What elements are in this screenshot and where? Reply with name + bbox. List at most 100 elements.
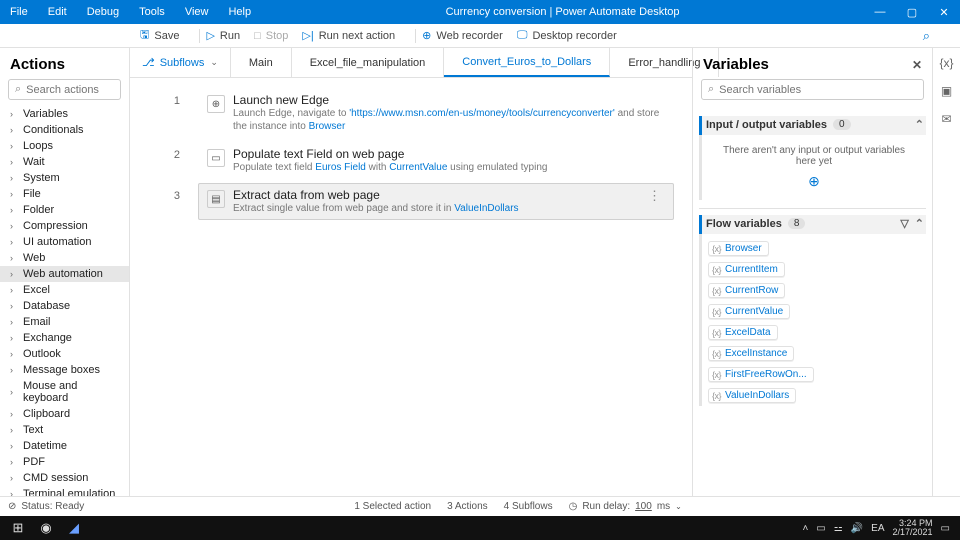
- workspace[interactable]: 1⊕Launch new EdgeLaunch Edge, navigate t…: [130, 78, 692, 496]
- action-menu-button[interactable]: ⋮: [644, 188, 665, 204]
- timer-icon: ◷: [569, 501, 578, 512]
- io-variables-header[interactable]: Input / output variables 0 ⌃: [699, 116, 926, 135]
- category-compression[interactable]: ›Compression: [0, 218, 129, 234]
- category-web[interactable]: ›Web: [0, 250, 129, 266]
- actions-count: 3 Actions: [447, 501, 488, 512]
- chevron-down-icon[interactable]: ⌄: [675, 502, 682, 511]
- category-file[interactable]: ›File: [0, 186, 129, 202]
- variable-chip[interactable]: {x}CurrentItem: [708, 262, 785, 277]
- variable-type-icon: {x}: [712, 370, 721, 380]
- start-button[interactable]: ⊞: [4, 520, 32, 536]
- variable-chip[interactable]: {x}CurrentValue: [708, 304, 790, 319]
- category-outlook[interactable]: ›Outlook: [0, 346, 129, 362]
- category-excel[interactable]: ›Excel: [0, 282, 129, 298]
- maximize-button[interactable]: ▢: [896, 6, 928, 19]
- chevron-up-icon[interactable]: ⌃: [915, 118, 924, 131]
- clock[interactable]: 3:24 PM 2/17/2021: [893, 519, 933, 537]
- action-center-icon[interactable]: ▭: [941, 523, 950, 534]
- menu-debug[interactable]: Debug: [77, 6, 129, 18]
- action-card[interactable]: ▭Populate text Field on web pagePopulate…: [198, 142, 674, 179]
- tab-excel_file_manipulation[interactable]: Excel_file_manipulation: [292, 48, 445, 77]
- category-system[interactable]: ›System: [0, 170, 129, 186]
- actions-panel-title: Actions: [0, 48, 129, 79]
- web-recorder-button[interactable]: ⊕Web recorder: [422, 29, 503, 42]
- save-button[interactable]: 🖫Save: [140, 26, 179, 45]
- variables-close-button[interactable]: ✕: [912, 58, 922, 72]
- taskbar-app-pad[interactable]: ◢: [60, 520, 88, 536]
- flow-variables-header[interactable]: Flow variables 8 ▽ ⌃: [699, 215, 926, 234]
- menu-tools[interactable]: Tools: [129, 6, 175, 18]
- filter-icon[interactable]: ▽: [900, 217, 908, 230]
- chevron-right-icon: ›: [10, 457, 20, 467]
- category-email[interactable]: ›Email: [0, 314, 129, 330]
- menu-view[interactable]: View: [175, 6, 219, 18]
- tray-chevron-icon[interactable]: ˄: [802, 523, 808, 534]
- search-button[interactable]: ⌕: [923, 28, 930, 44]
- taskbar-app-edge[interactable]: ◉: [32, 520, 60, 536]
- variable-chip[interactable]: {x}ValueInDollars: [708, 388, 796, 403]
- category-text[interactable]: ›Text: [0, 422, 129, 438]
- category-folder[interactable]: ›Folder: [0, 202, 129, 218]
- category-datetime[interactable]: ›Datetime: [0, 438, 129, 454]
- variables-tab-icon[interactable]: {x}: [939, 56, 953, 70]
- category-web-automation[interactable]: ›Web automation: [0, 266, 129, 282]
- run-button[interactable]: ▷Run: [206, 29, 240, 42]
- variables-search[interactable]: ⌕: [701, 79, 924, 100]
- tab-convert_euros_to_dollars[interactable]: Convert_Euros_to_Dollars: [444, 48, 610, 77]
- actions-categories: ›Variables›Conditionals›Loops›Wait›Syste…: [0, 106, 129, 496]
- run-delay-value[interactable]: 100: [635, 501, 652, 512]
- category-ui-automation[interactable]: ›UI automation: [0, 234, 129, 250]
- category-clipboard[interactable]: ›Clipboard: [0, 406, 129, 422]
- close-button[interactable]: ✕: [928, 6, 960, 19]
- stop-icon: □: [254, 30, 261, 42]
- status-text: Status: Ready: [21, 501, 84, 512]
- action-card[interactable]: ⊕Launch new EdgeLaunch Edge, navigate to…: [198, 88, 674, 138]
- actions-search-input[interactable]: [26, 84, 114, 96]
- chevron-right-icon: ›: [10, 125, 20, 135]
- category-conditionals[interactable]: ›Conditionals: [0, 122, 129, 138]
- images-tab-icon[interactable]: ✉: [941, 112, 951, 126]
- tab-main[interactable]: Main: [231, 48, 292, 77]
- variables-search-input[interactable]: [719, 84, 917, 96]
- action-card[interactable]: ▤Extract data from web pageExtract singl…: [198, 183, 674, 220]
- wifi-icon[interactable]: ⚍: [834, 523, 843, 534]
- variable-chip[interactable]: {x}CurrentRow: [708, 283, 785, 298]
- category-terminal-emulation[interactable]: ›Terminal emulation: [0, 486, 129, 496]
- category-variables[interactable]: ›Variables: [0, 106, 129, 122]
- variable-chip[interactable]: {x}Browser: [708, 241, 769, 256]
- chevron-right-icon: ›: [10, 333, 20, 343]
- variable-chip[interactable]: {x}FirstFreeRowOn...: [708, 367, 814, 382]
- minimize-button[interactable]: —: [864, 6, 896, 19]
- io-variables-count: 0: [833, 119, 851, 130]
- selected-count: 1 Selected action: [354, 501, 431, 512]
- category-mouse-and-keyboard[interactable]: ›Mouse and keyboard: [0, 378, 129, 406]
- battery-icon[interactable]: ▭: [816, 523, 825, 534]
- subflow-tabs: ⎇ Subflows ⌄ MainExcel_file_manipulation…: [130, 48, 692, 78]
- variable-type-icon: {x}: [712, 328, 721, 338]
- chevron-up-icon[interactable]: ⌃: [915, 217, 924, 230]
- category-cmd-session[interactable]: ›CMD session: [0, 470, 129, 486]
- variable-chip[interactable]: {x}ExcelInstance: [708, 346, 794, 361]
- run-next-button[interactable]: ▷|Run next action: [302, 29, 395, 42]
- menu-help[interactable]: Help: [218, 6, 261, 18]
- category-loops[interactable]: ›Loops: [0, 138, 129, 154]
- category-pdf[interactable]: ›PDF: [0, 454, 129, 470]
- actions-search[interactable]: ⌕: [8, 79, 121, 100]
- desktop-recorder-button[interactable]: 🖵Desktop recorder: [517, 29, 617, 42]
- volume-icon[interactable]: 🔊: [851, 523, 863, 534]
- category-exchange[interactable]: ›Exchange: [0, 330, 129, 346]
- subflows-button[interactable]: ⎇ Subflows ⌄: [130, 48, 231, 77]
- category-wait[interactable]: ›Wait: [0, 154, 129, 170]
- category-message-boxes[interactable]: ›Message boxes: [0, 362, 129, 378]
- action-row: 2▭Populate text Field on web pagePopulat…: [148, 142, 674, 179]
- menu-edit[interactable]: Edit: [38, 6, 77, 18]
- add-variable-button[interactable]: ⊕: [712, 173, 916, 190]
- category-database[interactable]: ›Database: [0, 298, 129, 314]
- flow-variables-list: {x}Browser {x}CurrentItem {x}CurrentRow {x}…: [699, 234, 926, 406]
- ui-elements-tab-icon[interactable]: ▣: [941, 84, 952, 98]
- menu-file[interactable]: File: [0, 6, 38, 18]
- stop-button[interactable]: □Stop: [254, 30, 288, 42]
- search-icon: ⌕: [708, 83, 714, 96]
- variable-chip[interactable]: {x}ExcelData: [708, 325, 778, 340]
- language-indicator[interactable]: EA: [871, 523, 884, 534]
